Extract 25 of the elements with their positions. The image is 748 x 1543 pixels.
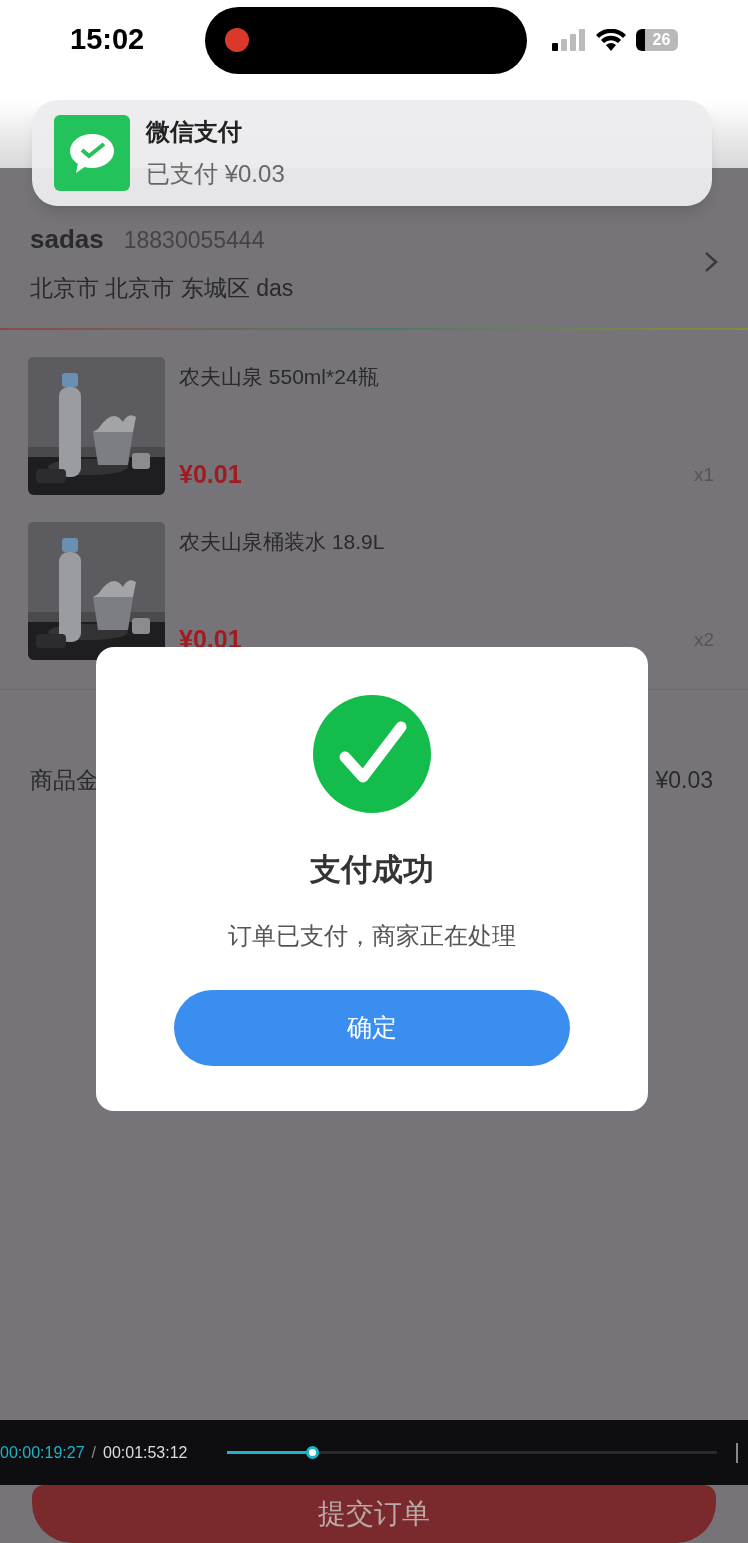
- current-time: 00:00:19:27: [0, 1442, 85, 1463]
- notification-title: 微信支付: [146, 117, 243, 147]
- progress-thumb[interactable]: [306, 1446, 320, 1459]
- product-title: 农夫山泉 550ml*24瓶: [179, 364, 380, 390]
- status-time: 15:02: [70, 22, 145, 58]
- chevron-right-icon[interactable]: [704, 251, 718, 273]
- dialog-message: 订单已支付，商家正在处理: [228, 920, 516, 951]
- address-text: 北京市 北京市 东城区 das: [30, 274, 294, 304]
- subtotal-label: 商品金: [30, 765, 99, 795]
- notification-message: 已支付 ¥0.03: [146, 159, 285, 189]
- dialog-title: 支付成功: [310, 851, 434, 889]
- duration-time: 00:01:53:12: [103, 1442, 188, 1463]
- notification-card[interactable]: 微信支付 已支付 ¥0.03: [32, 100, 712, 206]
- time-separator: /: [91, 1442, 96, 1463]
- submit-button[interactable]: 提交订单: [32, 1485, 716, 1543]
- battery-icon: 26: [636, 29, 678, 51]
- recipient-name: sadas: [30, 223, 104, 257]
- chat-bubble-check-icon: [54, 115, 130, 191]
- signal-icon: [552, 29, 586, 51]
- confirm-button[interactable]: 确定: [174, 989, 570, 1066]
- checkmark-icon: [313, 695, 431, 813]
- product-price: ¥0.01: [179, 458, 242, 490]
- product-title: 农夫山泉桶装水 18.9L: [179, 529, 386, 555]
- subtotal-value: ¥0.03: [655, 765, 714, 795]
- wifi-icon: [596, 29, 626, 51]
